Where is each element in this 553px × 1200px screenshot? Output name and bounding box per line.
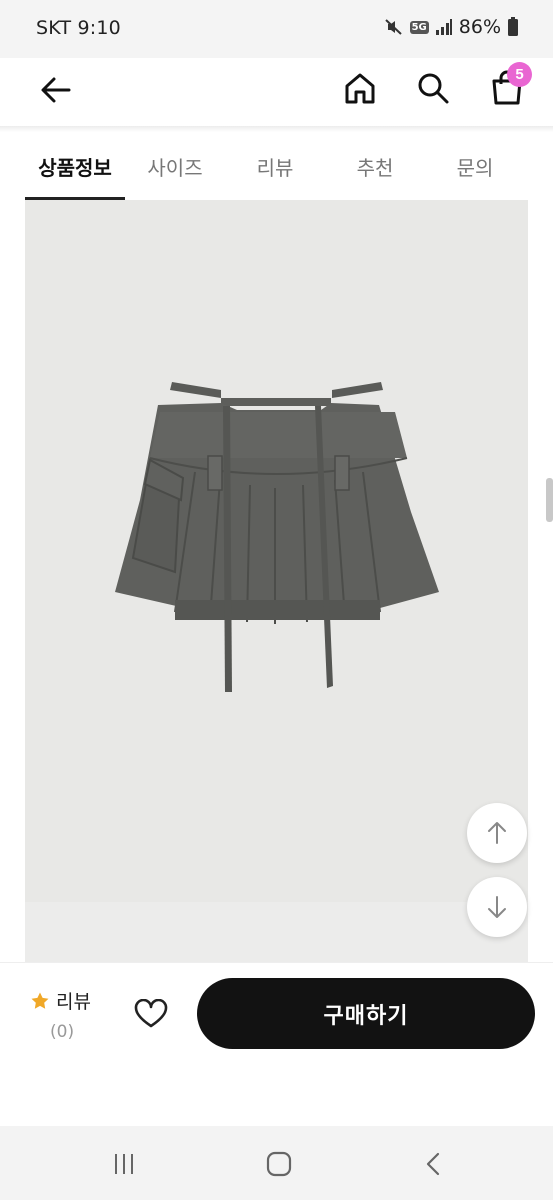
mute-icon xyxy=(384,19,402,35)
recent-apps-button[interactable] xyxy=(104,1144,144,1184)
tab-recommend[interactable]: 추천 xyxy=(325,132,425,200)
buy-button[interactable]: 구매하기 xyxy=(197,978,535,1049)
battery-icon xyxy=(508,17,518,36)
chevron-left-icon xyxy=(426,1152,440,1176)
review-summary[interactable]: 리뷰 (0) xyxy=(30,987,110,1042)
recents-icon xyxy=(115,1154,133,1174)
tab-review[interactable]: 리뷰 xyxy=(225,132,325,200)
wishlist-button[interactable] xyxy=(130,993,172,1035)
tab-size[interactable]: 사이즈 xyxy=(125,132,225,200)
home-square-icon xyxy=(266,1151,292,1177)
system-back-button[interactable] xyxy=(414,1144,454,1184)
home-button[interactable] xyxy=(340,66,380,110)
purchase-bar: 리뷰 (0) 구매하기 xyxy=(0,962,553,1052)
arrow-up-icon xyxy=(488,822,506,844)
app-header xyxy=(0,58,553,126)
status-bar: SKT 9:10 5G 86% xyxy=(0,0,553,58)
back-button[interactable] xyxy=(36,70,76,110)
system-home-button[interactable] xyxy=(259,1144,299,1184)
back-arrow-icon xyxy=(41,77,71,103)
tab-inquiry[interactable]: 문의 xyxy=(425,132,525,200)
scroll-to-bottom-button[interactable] xyxy=(467,877,527,937)
arrow-down-icon xyxy=(488,896,506,918)
tab-product-info[interactable]: 상품정보 xyxy=(25,132,125,200)
star-icon xyxy=(31,992,49,1009)
home-icon xyxy=(345,73,375,104)
page-scrollbar[interactable] xyxy=(546,478,553,522)
cart-count-badge: 5 xyxy=(507,62,532,87)
heart-icon xyxy=(134,999,168,1028)
product-tabs: 상품정보 사이즈 리뷰 추천 문의 xyxy=(0,132,553,200)
search-button[interactable] xyxy=(413,66,453,110)
system-nav-bar xyxy=(0,1126,553,1200)
image-bottom-band xyxy=(25,902,528,962)
review-label: 리뷰 xyxy=(56,991,91,1013)
status-icons: 5G 86% xyxy=(384,16,519,38)
search-icon xyxy=(418,73,449,104)
skirt-illustration xyxy=(115,382,439,692)
network-icon: 5G xyxy=(409,20,429,34)
scroll-to-top-button[interactable] xyxy=(467,803,527,863)
battery-percent: 86% xyxy=(458,16,501,38)
status-time: SKT 9:10 xyxy=(36,17,121,39)
review-count: (0) xyxy=(50,1022,75,1042)
product-image xyxy=(25,200,528,962)
signal-icon xyxy=(435,19,452,35)
